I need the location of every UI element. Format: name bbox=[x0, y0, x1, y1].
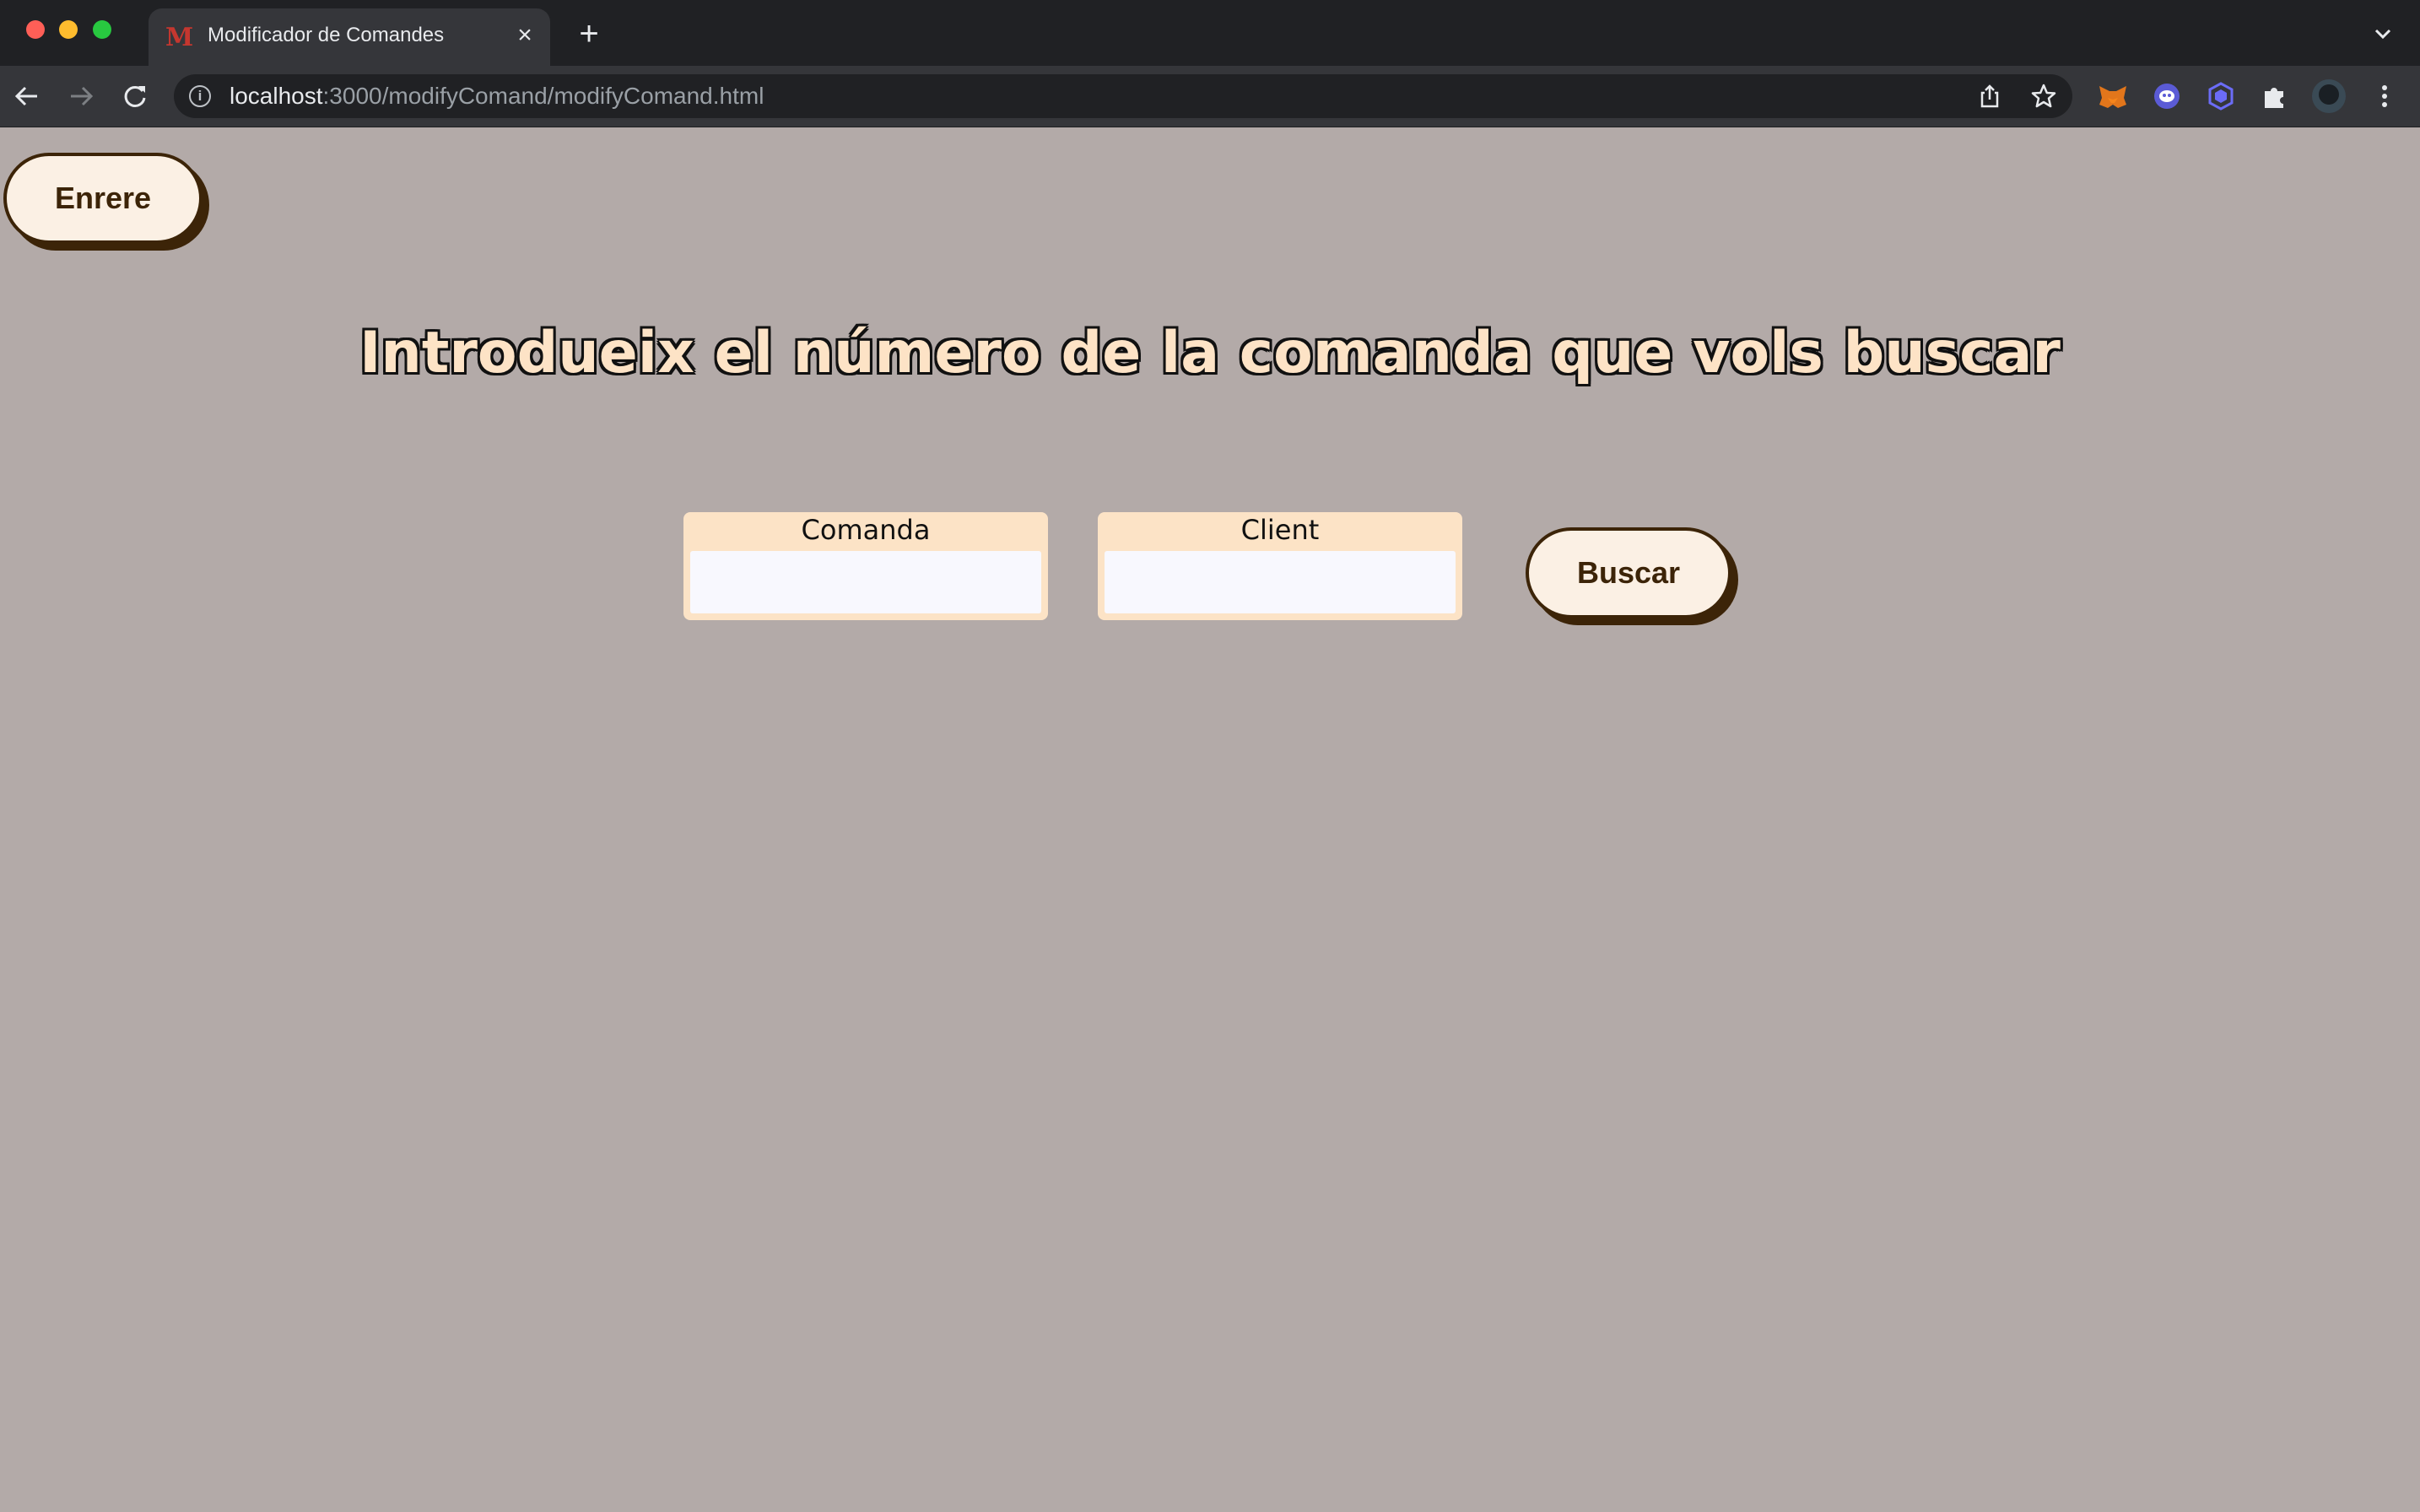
browser-toolbar: i localhost:3000/modifyComand/modifyComa… bbox=[0, 66, 2420, 127]
extension-ghost-icon[interactable] bbox=[2150, 79, 2184, 113]
puzzle-icon[interactable] bbox=[2258, 79, 2292, 113]
plus-icon[interactable]: + bbox=[572, 17, 606, 51]
page-content: Enrere Introdueix el número de la comand… bbox=[0, 127, 2420, 1512]
back-arrow-icon[interactable] bbox=[12, 81, 42, 111]
comanda-input[interactable] bbox=[690, 551, 1041, 613]
page-title: Introdueix el número de la comanda que v… bbox=[359, 320, 2061, 386]
reload-icon[interactable] bbox=[120, 81, 150, 111]
maximize-window-button[interactable] bbox=[93, 20, 111, 39]
browser-tab-bar: M Modificador de Comandes × + bbox=[0, 0, 2420, 66]
kebab-menu-icon[interactable] bbox=[2368, 79, 2401, 113]
avatar[interactable] bbox=[2312, 79, 2346, 113]
comanda-field: Comanda bbox=[683, 512, 1048, 620]
search-button[interactable]: Buscar bbox=[1526, 527, 1731, 618]
back-button[interactable]: Enrere bbox=[3, 153, 203, 244]
url-text[interactable]: localhost:3000/modifyComand/modifyComand… bbox=[230, 74, 764, 118]
favicon-m-icon: M bbox=[165, 23, 194, 52]
share-icon[interactable] bbox=[1976, 83, 2003, 110]
address-bar[interactable]: i localhost:3000/modifyComand/modifyComa… bbox=[174, 74, 2072, 118]
forward-arrow-icon[interactable] bbox=[66, 81, 96, 111]
comanda-label: Comanda bbox=[801, 514, 931, 546]
client-input[interactable] bbox=[1105, 551, 1456, 613]
close-window-button[interactable] bbox=[26, 20, 45, 39]
metamask-icon[interactable] bbox=[2096, 79, 2130, 113]
close-icon[interactable]: × bbox=[511, 22, 538, 49]
client-label: Client bbox=[1240, 514, 1320, 546]
client-field: Client bbox=[1098, 512, 1462, 620]
extension-shield-icon[interactable] bbox=[2204, 79, 2238, 113]
info-icon[interactable]: i bbox=[189, 85, 211, 107]
chevron-down-icon[interactable] bbox=[2368, 19, 2398, 49]
tab-title: Modificador de Comandes bbox=[208, 24, 445, 46]
browser-tab[interactable]: M Modificador de Comandes × bbox=[149, 8, 550, 66]
minimize-window-button[interactable] bbox=[59, 20, 78, 39]
star-icon[interactable] bbox=[2030, 83, 2057, 110]
